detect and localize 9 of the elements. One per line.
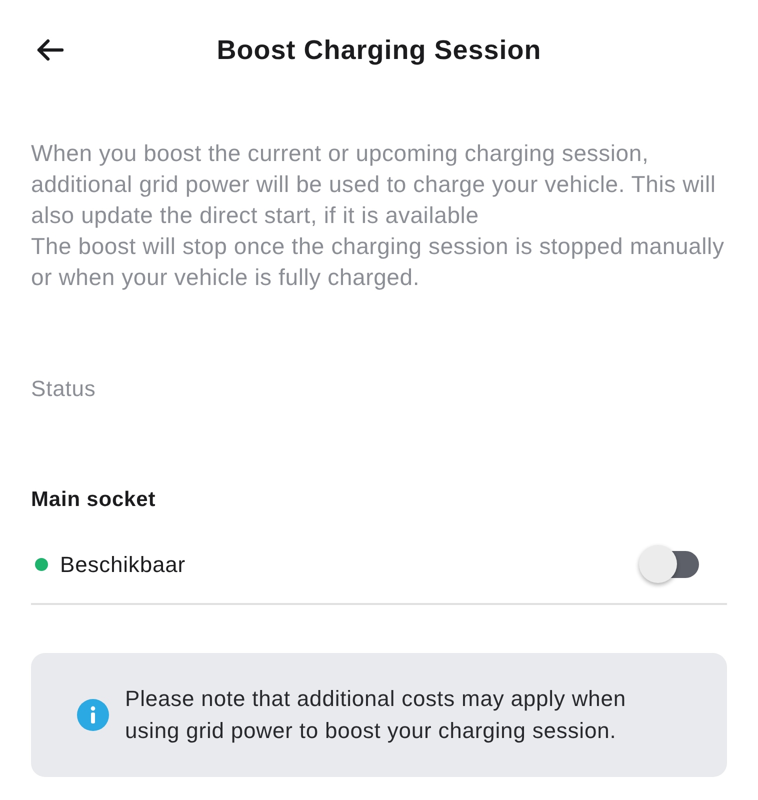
back-arrow-icon [36,38,64,62]
description-text: The boost will stop once the charging session is stopped manually or when your vehicle is fully charged. [31,232,726,292]
section-label: Status [31,375,97,403]
status-text: Beschikbaar [60,550,186,578]
page-title: Boost Charging Session [216,34,542,66]
socket-name: Main socket [31,487,157,513]
notice-text: Please note that additional costs may apply when using grid power to boost your charging session. [125,684,628,745]
description-text: When you boost the current or upcoming charging session, additional grid power will be used to charge your vehicle. This will also update the direct start, if it is available [31,139,717,230]
info-icon [77,698,109,730]
